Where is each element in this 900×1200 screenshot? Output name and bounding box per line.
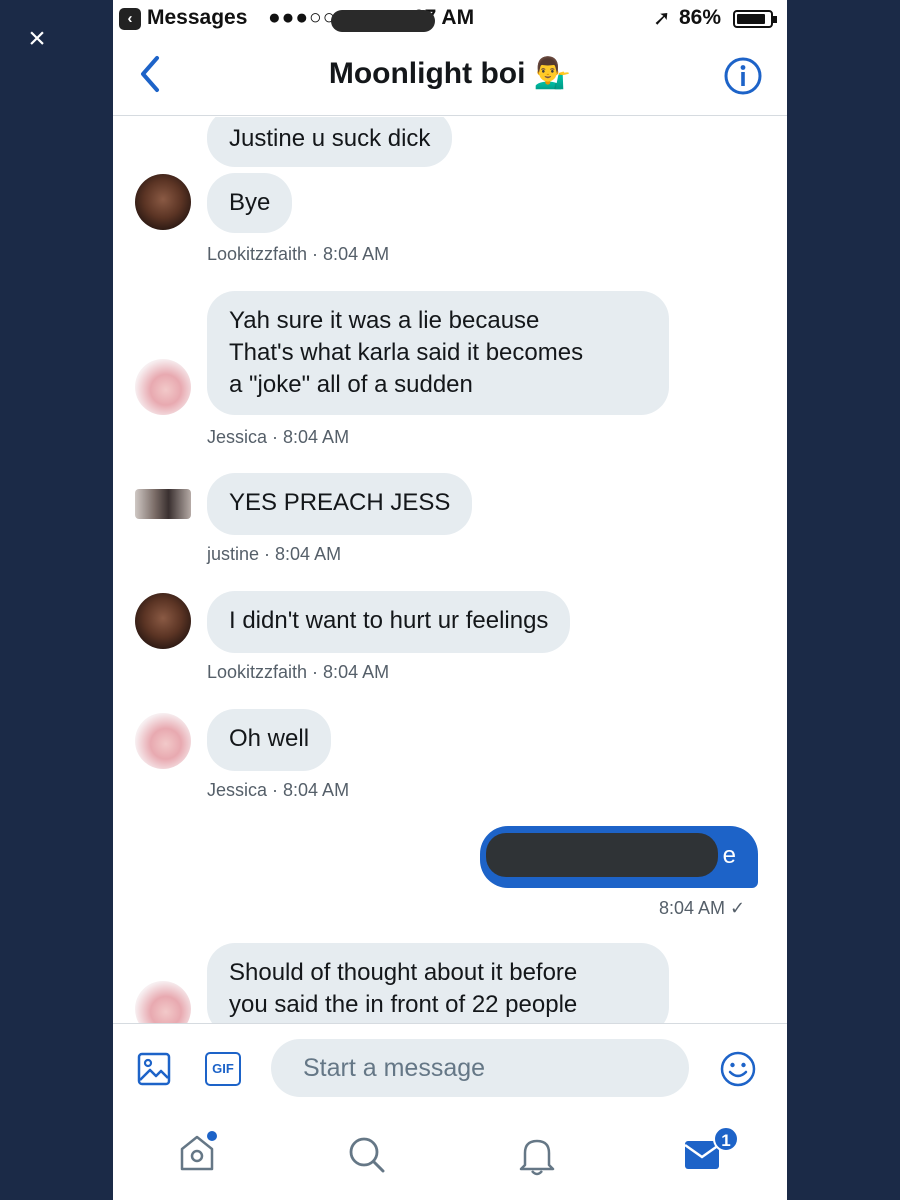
close-icon[interactable]: ×: [22, 24, 52, 54]
message-bubble[interactable]: I didn't want to hurt ur feelings: [207, 591, 571, 653]
message-bubble[interactable]: Yah sure it was a lie because That's wha…: [207, 291, 669, 415]
avatar[interactable]: [135, 981, 191, 1023]
message-composer: GIF Start a message: [113, 1023, 787, 1113]
message-meta: Lookitzzfaith · 8:04 AM: [207, 662, 390, 682]
message-bubble[interactable]: YES PREACH JESS: [207, 473, 473, 535]
image-icon[interactable]: [137, 1052, 171, 1086]
avatar[interactable]: [135, 359, 191, 415]
redaction-block: [331, 10, 435, 32]
conversation-title[interactable]: Moonlight boi 💁‍♂️: [113, 56, 787, 91]
gif-button[interactable]: GIF: [205, 1052, 241, 1086]
notifications-icon[interactable]: [517, 1133, 557, 1177]
message-meta: 8:04 AM ✓: [659, 898, 746, 918]
battery-percent: 86%: [679, 6, 722, 29]
message-bubble[interactable]: Should of thought about it before you sa…: [207, 943, 669, 1023]
avatar[interactable]: [135, 713, 191, 769]
message-meta: Jessica · 8:04 AM: [207, 780, 350, 800]
home-icon[interactable]: [177, 1131, 219, 1175]
conversation-header: Moonlight boi 💁‍♂️: [113, 40, 787, 116]
bottom-tab-bar: [113, 1113, 787, 1200]
message-meta: Lookitzzfaith · 8:04 AM: [207, 244, 390, 264]
back-to-app-icon[interactable]: ‹: [119, 8, 141, 30]
redaction-block: [486, 833, 718, 877]
message-input[interactable]: Start a message: [271, 1039, 689, 1097]
back-to-app-label[interactable]: Messages: [147, 6, 247, 30]
avatar[interactable]: [135, 174, 191, 230]
battery-icon: [733, 10, 777, 28]
message-bubble[interactable]: Bye: [207, 173, 293, 233]
emoji-icon[interactable]: [719, 1050, 757, 1088]
info-icon[interactable]: [723, 56, 763, 96]
search-icon[interactable]: [347, 1135, 387, 1175]
message-thread[interactable]: Justine u suck dick Bye Lookitzzfaith · …: [113, 117, 787, 1023]
location-icon: ➚: [653, 7, 671, 30]
status-bar: ‹ Messages ●●●○○ 07 AM ➚ 86%: [113, 0, 787, 38]
message-meta: justine · 8:04 AM: [207, 544, 342, 564]
phone-screen: ‹ Messages ●●●○○ 07 AM ➚ 86% Moonlight b…: [113, 0, 787, 1200]
message-bubble[interactable]: Oh well: [207, 709, 332, 771]
signal-strength-icon: ●●●○○: [268, 6, 337, 29]
messages-badge: 1: [713, 1126, 739, 1152]
avatar[interactable]: [135, 593, 191, 649]
message-meta: Jessica · 8:04 AM: [207, 427, 350, 447]
message-bubble[interactable]: Justine u suck dick: [207, 117, 453, 167]
avatar[interactable]: [135, 489, 191, 519]
